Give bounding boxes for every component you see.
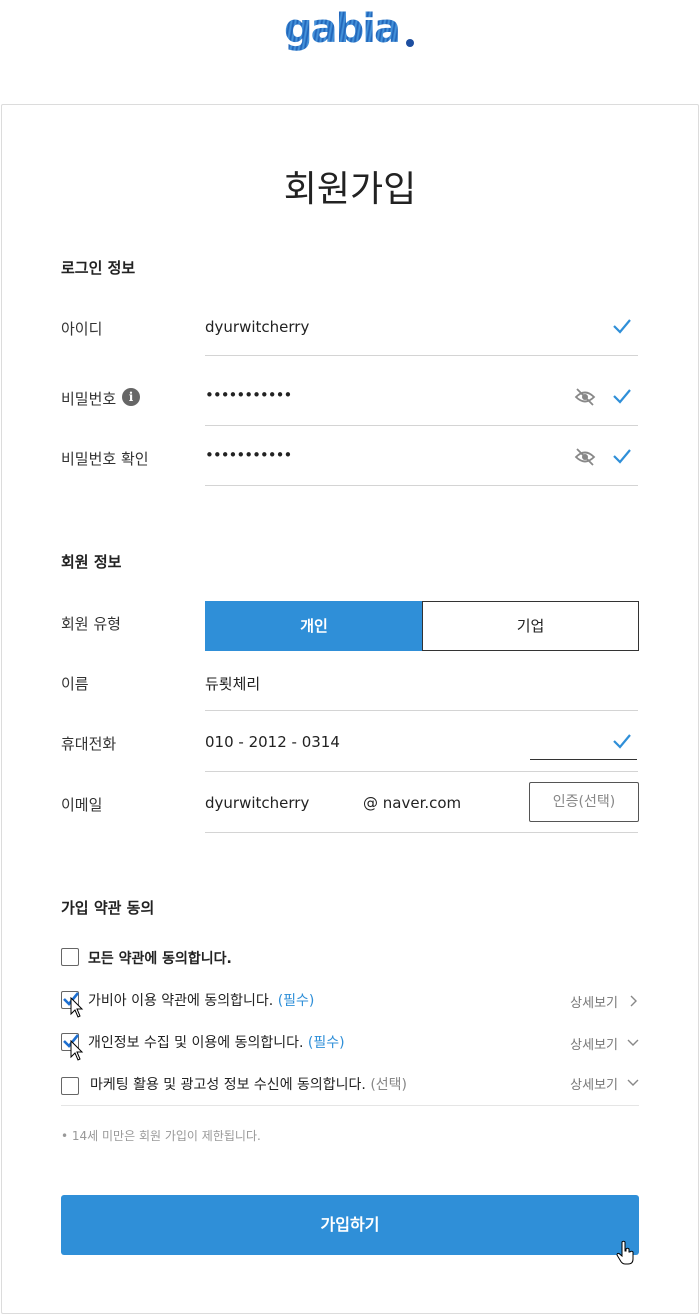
chevron-down-icon[interactable] [627, 1077, 639, 1089]
terms-checkbox-3[interactable] [61, 1077, 79, 1095]
logo-dot [406, 39, 414, 47]
agree-all-checkbox[interactable] [61, 948, 79, 966]
id-check-icon [613, 319, 631, 334]
login-section-title: 로그인 정보 [61, 259, 136, 277]
password-confirm-label: 비밀번호 확인 [61, 450, 149, 468]
page-title: 회원가입 [283, 169, 417, 210]
email-local-input[interactable]: dyurwitcherry [205, 794, 309, 812]
terms-item-2-label: 개인정보 수집 및 이용에 동의합니다. [88, 1035, 304, 1051]
phone-input[interactable]: 010 - 2012 - 0314 [205, 733, 340, 751]
name-label: 이름 [61, 675, 89, 693]
chevron-right-icon[interactable] [628, 995, 640, 1007]
name-underline [205, 710, 638, 711]
terms-item-1[interactable]: 가비아 이용 약관에 동의합니다. (필수) [88, 990, 314, 1010]
terms-item-2-detail-link[interactable]: 상세보기 [570, 1034, 618, 1053]
arrow-cursor-icon [70, 1040, 84, 1061]
terms-item-3-tag: (선택) [370, 1077, 408, 1093]
password-label: 비밀번호 [61, 390, 117, 408]
logo-text: gabia [284, 6, 401, 52]
age-restriction-note: • 14세 미만은 회원 가입이 제한됩니다. [61, 1129, 261, 1143]
email-domain-select[interactable]: @ naver.com [363, 794, 461, 812]
phone-label: 휴대전화 [61, 735, 117, 753]
member-type-label: 회원 유형 [61, 615, 121, 633]
eye-off-icon[interactable] [574, 387, 596, 407]
member-section-title: 회원 정보 [61, 553, 122, 571]
password-confirm-check-icon [613, 449, 631, 464]
info-icon[interactable]: i [122, 388, 140, 406]
id-underline [205, 355, 638, 356]
id-input[interactable]: dyurwitcherry [205, 318, 309, 336]
terms-item-3[interactable]: 마케팅 활용 및 광고성 정보 수신에 동의합니다. (선택) [90, 1074, 407, 1094]
terms-divider [61, 1105, 639, 1106]
terms-item-1-detail-link[interactable]: 상세보기 [570, 992, 618, 1011]
terms-section-title: 가입 약관 동의 [61, 899, 155, 917]
terms-item-3-detail-link[interactable]: 상세보기 [570, 1074, 618, 1093]
gabia-logo[interactable]: gabia [284, 6, 416, 56]
eye-off-icon[interactable] [574, 447, 596, 467]
phone-underline [205, 771, 638, 772]
chevron-down-icon[interactable] [627, 1037, 639, 1049]
password-confirm-input[interactable]: ••••••••••• [205, 446, 292, 464]
signup-submit-button[interactable]: 가입하기 [61, 1195, 639, 1255]
email-verify-button[interactable]: 인증(선택) [529, 782, 639, 822]
id-label: 아이디 [61, 320, 103, 338]
terms-item-2[interactable]: 개인정보 수집 및 이용에 동의합니다. (필수) [88, 1032, 345, 1052]
email-underline [205, 832, 638, 833]
arrow-cursor-icon [70, 997, 84, 1018]
password-input[interactable]: ••••••••••• [205, 386, 292, 404]
phone-check-icon [613, 734, 631, 749]
terms-item-1-label: 가비아 이용 약관에 동의합니다. [88, 993, 274, 1009]
terms-item-1-tag: (필수) [277, 993, 315, 1009]
member-type-business-button[interactable]: 기업 [422, 601, 639, 651]
password-confirm-underline [205, 485, 638, 486]
agree-all-label[interactable]: 모든 약관에 동의합니다. [88, 948, 232, 968]
terms-item-3-label: 마케팅 활용 및 광고성 정보 수신에 동의합니다. [90, 1077, 366, 1093]
terms-item-2-tag: (필수) [307, 1035, 345, 1051]
hand-cursor-icon [616, 1240, 634, 1265]
phone-verify-underline [530, 759, 637, 760]
name-input[interactable]: 듀룃체리 [205, 673, 260, 694]
email-label: 이메일 [61, 796, 103, 814]
password-check-icon [613, 389, 631, 404]
member-type-personal-button[interactable]: 개인 [205, 601, 423, 651]
password-underline [205, 425, 638, 426]
